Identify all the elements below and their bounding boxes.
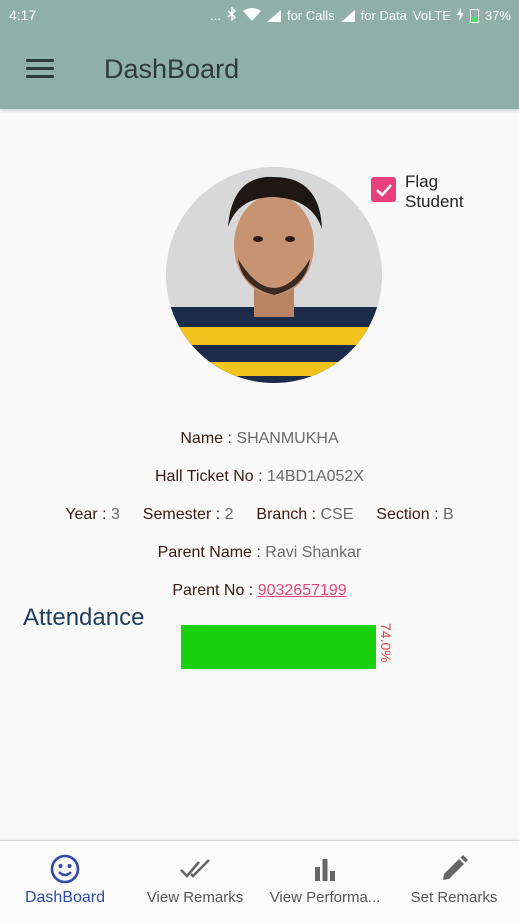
- hall-ticket-value: 14BD1A052X: [267, 468, 364, 485]
- signal-data-icon: [340, 9, 355, 22]
- bottom-navigation: DashBoard View Remarks View Performa...: [0, 840, 519, 923]
- attendance-percent: 74.0%: [378, 623, 394, 663]
- hall-ticket-row: Hall Ticket No : 14BD1A052X: [0, 468, 519, 486]
- smiley-face-icon: [49, 853, 81, 885]
- semester-value: 2: [224, 506, 234, 523]
- hall-ticket-label: Hall Ticket No :: [154, 468, 263, 485]
- nav-dashboard-label: DashBoard: [24, 889, 106, 906]
- status-bar: 4:17 ... for Calls for Data VoLTE 37%: [0, 0, 519, 30]
- page-title: DashBoard: [104, 54, 240, 84]
- year-value: 3: [110, 506, 120, 523]
- battery-percent: 37%: [484, 8, 511, 23]
- nav-view-remarks[interactable]: View Remarks: [130, 841, 260, 923]
- nav-view-performance-label: View Performa...: [269, 889, 381, 906]
- nav-view-performance[interactable]: View Performa...: [260, 841, 390, 923]
- parent-no-label: Parent No :: [172, 582, 254, 599]
- nav-set-remarks[interactable]: Set Remarks: [389, 841, 519, 923]
- branch-label: Branch :: [256, 506, 317, 523]
- section-label: Section :: [376, 506, 439, 523]
- semester-label: Semester :: [142, 506, 221, 523]
- parent-name-row: Parent Name : Ravi Shankar: [0, 544, 519, 562]
- wifi-icon: [242, 7, 261, 24]
- name-value: SHANMUKHA: [236, 430, 339, 447]
- student-avatar: [166, 167, 382, 383]
- data-label: for Data: [360, 8, 407, 23]
- battery-icon: [469, 8, 479, 23]
- pencil-icon: [438, 853, 470, 885]
- flag-student-checkbox[interactable]: Flag Student: [371, 172, 475, 212]
- attendance-bar-fill: [181, 625, 376, 669]
- signal-calls-icon: [266, 9, 281, 22]
- parent-phone-link[interactable]: 9032657199: [258, 582, 347, 599]
- parent-name-label: Parent Name :: [157, 544, 261, 561]
- flag-student-label: Flag Student: [405, 172, 464, 211]
- checkbox-checked-icon[interactable]: [371, 177, 396, 202]
- name-row: Name : SHANMUKHA: [0, 430, 519, 448]
- attendance-bar: [181, 625, 376, 669]
- volte-label: VoLTE: [412, 8, 451, 23]
- attendance-title: Attendance: [23, 604, 145, 631]
- bluetooth-icon: [227, 6, 237, 24]
- branch-value: CSE: [320, 506, 354, 523]
- charging-icon: [456, 7, 464, 24]
- name-label: Name :: [180, 430, 232, 447]
- year-label: Year :: [65, 506, 107, 523]
- notification-dots: ...: [210, 8, 221, 23]
- nav-view-remarks-label: View Remarks: [146, 889, 244, 906]
- calls-label: for Calls: [286, 8, 335, 23]
- status-indicators: ... for Calls for Data VoLTE 37%: [210, 6, 511, 24]
- nav-dashboard[interactable]: DashBoard: [0, 841, 130, 923]
- nav-set-remarks-label: Set Remarks: [410, 889, 498, 906]
- parent-name-value: Ravi Shankar: [265, 544, 362, 561]
- parent-no-row: Parent No : 9032657199: [0, 582, 519, 600]
- hamburger-menu-icon[interactable]: [26, 59, 54, 79]
- bar-chart-icon: [309, 853, 341, 885]
- app-bar: DashBoard: [0, 30, 519, 109]
- academic-row: Year : 3 Semester : 2 Branch : CSE Secti…: [0, 506, 519, 524]
- status-time: 4:17: [9, 7, 37, 23]
- section-value: B: [443, 506, 454, 523]
- double-check-icon: [179, 853, 211, 885]
